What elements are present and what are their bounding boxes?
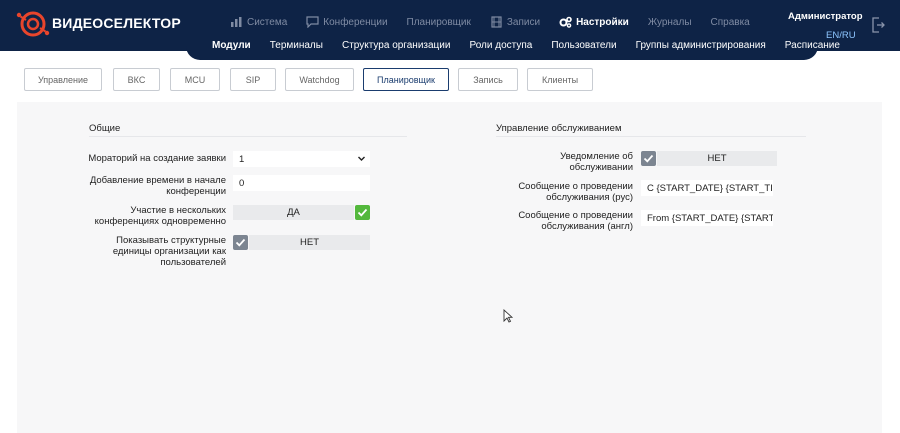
moratorium-label: Мораторий на создание заявки xyxy=(88,153,226,164)
moratorium-select[interactable]: 1 xyxy=(233,151,370,167)
subnav-terminals[interactable]: Терминалы xyxy=(270,40,323,51)
subnav-modules[interactable]: Модули xyxy=(212,40,251,51)
add-time-input[interactable]: 0 xyxy=(233,175,370,191)
chat-icon xyxy=(306,16,319,28)
subnav-users[interactable]: Пользователи xyxy=(551,40,616,51)
multi-conf-label: Участие в нескольких конференциях одновр… xyxy=(94,205,226,227)
nav-settings[interactable]: Настройки xyxy=(559,16,629,28)
nav-help-label: Справка xyxy=(710,16,750,28)
show-units-checkbox[interactable] xyxy=(233,235,248,250)
show-units-value: НЕТ xyxy=(300,237,319,248)
tab-mcu[interactable]: MCU xyxy=(170,68,220,91)
nav-system-label: Система xyxy=(247,16,288,28)
tab-clients[interactable]: Клиенты xyxy=(527,68,593,91)
maintenance-section-title: Управление обслуживанием xyxy=(496,123,622,134)
logout-icon[interactable] xyxy=(871,17,885,33)
multi-conf-checkbox[interactable] xyxy=(355,205,370,220)
general-divider xyxy=(89,136,407,137)
settings-panel: Общие Мораторий на создание заявки 1 Доб… xyxy=(17,102,882,433)
nav-records[interactable]: Записи xyxy=(490,16,540,28)
multi-conf-value: ДА xyxy=(287,207,300,218)
check-icon xyxy=(235,238,246,247)
notify-label: Уведомление об обслуживании xyxy=(560,151,633,173)
tab-planner[interactable]: Планировщик xyxy=(363,68,449,91)
tab-sip[interactable]: SIP xyxy=(230,68,276,91)
msg-en-value: From {START_DATE} {START_TIME} xyxy=(647,212,773,224)
nav-logs[interactable]: Журналы xyxy=(648,16,692,28)
gears-icon xyxy=(559,16,572,28)
chevron-down-icon xyxy=(358,156,365,161)
notify-value: НЕТ xyxy=(707,153,727,164)
add-time-label: Добавление времени в начале конференции xyxy=(89,175,226,197)
user-name[interactable]: Администратор xyxy=(788,11,863,22)
general-section-title: Общие xyxy=(89,123,121,134)
nav-logs-label: Журналы xyxy=(647,16,692,28)
nav-system[interactable]: Система xyxy=(230,16,287,28)
tab-recording[interactable]: Запись xyxy=(458,68,518,91)
maintenance-divider xyxy=(496,136,806,137)
subnav-schedule[interactable]: Расписание xyxy=(785,40,840,51)
nav-planner-label: Планировщик xyxy=(406,16,471,28)
nav-conferences[interactable]: Конференции xyxy=(306,16,388,28)
tab-management[interactable]: Управление xyxy=(24,68,102,91)
notify-toggle[interactable]: НЕТ xyxy=(657,151,777,166)
nav-records-label: Записи xyxy=(506,16,541,28)
logo-icon xyxy=(16,11,50,37)
chart-icon xyxy=(231,17,242,27)
brand-name: ВИДЕОСЕЛЕКТОР xyxy=(52,15,181,31)
nav-conferences-label: Конференции xyxy=(323,16,388,28)
nav-settings-label: Настройки xyxy=(576,16,629,28)
subnav-org-structure[interactable]: Структура организации xyxy=(342,40,451,51)
msg-en-label: Сообщение о проведении обслуживания (анг… xyxy=(518,210,633,232)
main-nav: Система Конференции Планировщик Записи Н… xyxy=(230,16,769,28)
mouse-cursor-icon xyxy=(503,309,513,323)
notify-checkbox[interactable] xyxy=(641,151,656,166)
moratorium-value: 1 xyxy=(239,153,245,165)
msg-en-input[interactable]: From {START_DATE} {START_TIME} xyxy=(641,210,773,226)
tab-vks[interactable]: ВКС xyxy=(113,68,160,91)
msg-ru-input[interactable]: С {START_DATE} {START_TIME} xyxy=(641,180,773,196)
show-units-label: Показывать структурные единицы организац… xyxy=(112,235,226,268)
multi-conf-toggle[interactable]: ДА xyxy=(233,205,354,220)
nav-planner[interactable]: Планировщик xyxy=(407,16,471,28)
settings-subnav: Модули Терминалы Структура организации Р… xyxy=(186,35,840,60)
add-time-value: 0 xyxy=(239,177,245,189)
msg-ru-label: Сообщение о проведении обслуживания (рус… xyxy=(518,181,633,203)
subnav-access-roles[interactable]: Роли доступа xyxy=(469,40,532,51)
subnav-admin-groups[interactable]: Группы администрирования xyxy=(636,40,766,51)
film-icon xyxy=(491,16,502,28)
nav-help[interactable]: Справка xyxy=(711,16,750,28)
show-units-toggle[interactable]: НЕТ xyxy=(249,235,370,250)
tab-watchdog[interactable]: Watchdog xyxy=(285,68,354,91)
check-icon xyxy=(643,154,654,163)
check-icon xyxy=(357,208,368,217)
msg-ru-value: С {START_DATE} {START_TIME} xyxy=(647,182,773,194)
